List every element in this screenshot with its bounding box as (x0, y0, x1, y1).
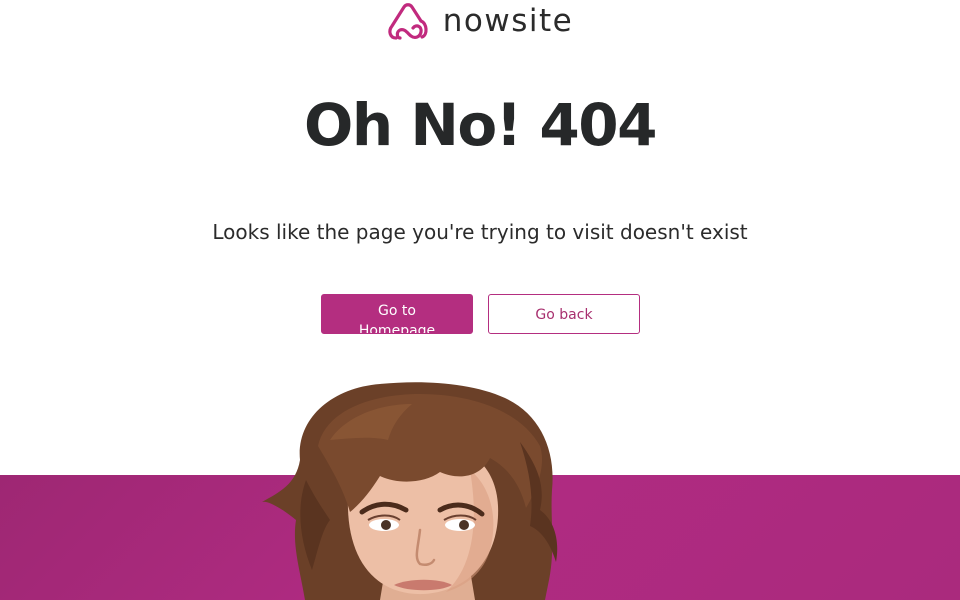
error-message: Looks like the page you're trying to vis… (212, 220, 748, 244)
brand-name: nowsite (442, 2, 574, 39)
page-title: Oh No! 404 (304, 91, 657, 159)
go-back-button[interactable]: Go back (488, 294, 640, 334)
error-page: nowsite Oh No! 404 Looks like the page y… (0, 0, 960, 600)
confused-woman-photo (262, 382, 558, 600)
nowsite-logo-icon (388, 3, 428, 40)
go-to-homepage-button[interactable]: Go to Homepage (321, 294, 473, 334)
brand-logo[interactable]: nowsite (0, 0, 960, 44)
